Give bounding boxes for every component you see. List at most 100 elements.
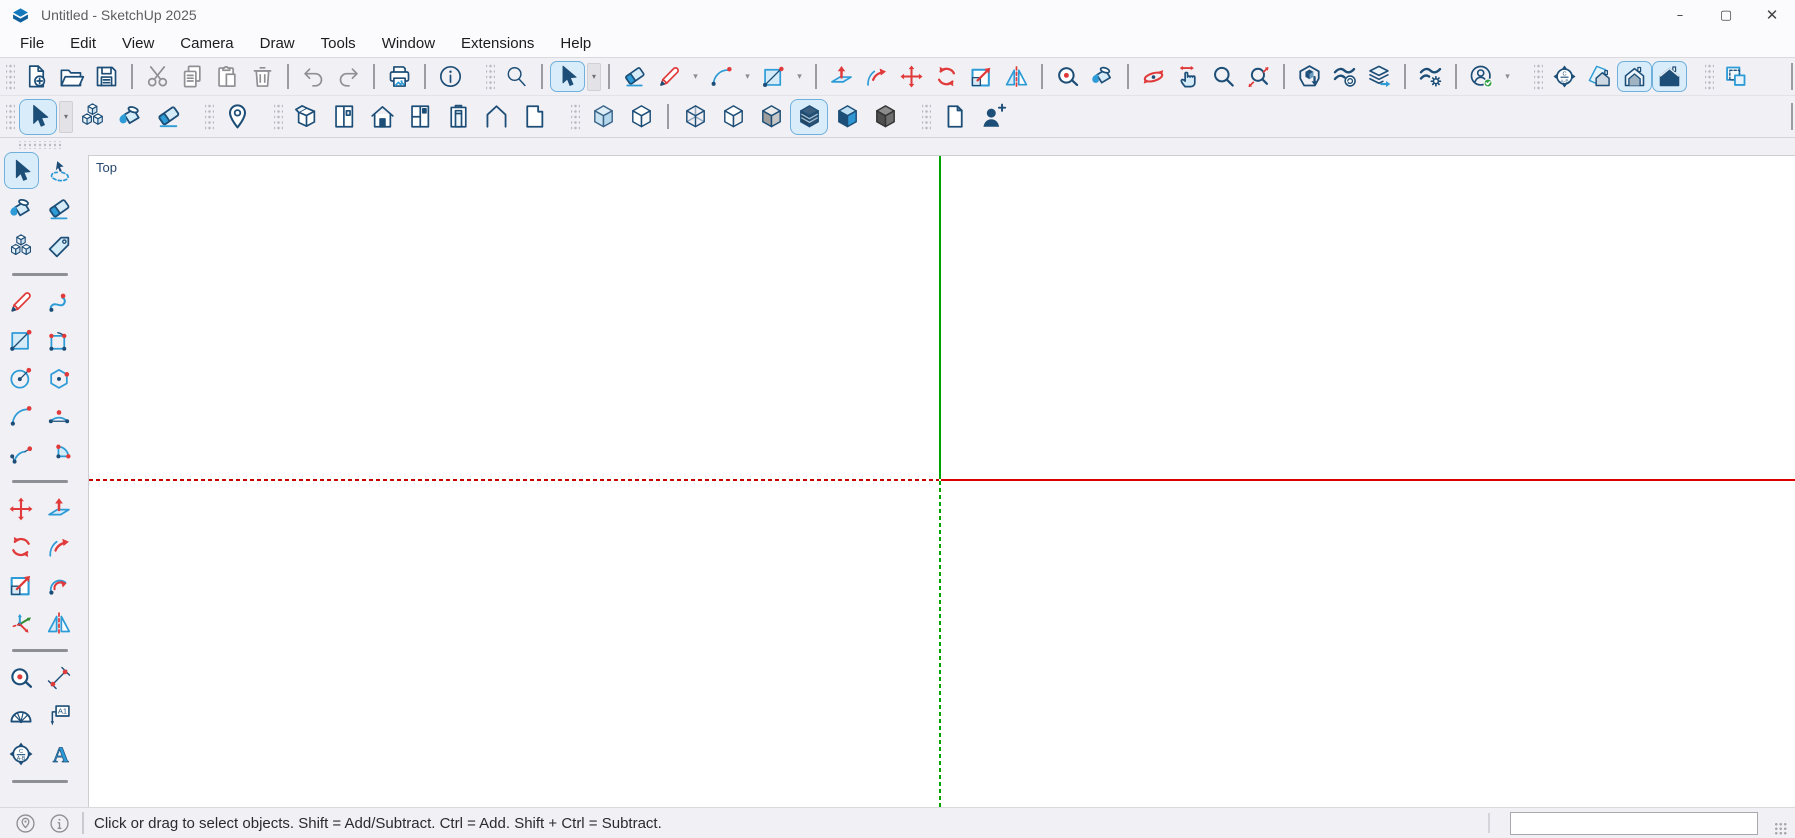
arch-door-button[interactable] <box>325 99 363 135</box>
move-button[interactable] <box>4 490 39 527</box>
toolbar-drag-handle[interactable] <box>922 104 931 130</box>
arc-tangent-button[interactable] <box>4 435 39 472</box>
section-plane-button[interactable]: CA-B <box>1547 61 1582 92</box>
toolbar-drag-handle[interactable] <box>486 64 495 90</box>
protractor-button[interactable] <box>4 697 39 734</box>
axes-button[interactable] <box>4 604 39 641</box>
resize-grip[interactable] <box>1774 822 1787 835</box>
move-button[interactable] <box>894 61 929 92</box>
select-button[interactable] <box>550 61 585 92</box>
3d-warehouse-button[interactable] <box>1292 61 1327 92</box>
style-monochrome-button[interactable] <box>866 99 904 135</box>
line-button[interactable] <box>4 283 39 320</box>
zoom-extents-button[interactable] <box>1241 61 1276 92</box>
style-wireframe-button[interactable] <box>676 99 714 135</box>
toolbar-drag-handle[interactable] <box>1534 64 1543 90</box>
follow-me-button[interactable] <box>42 528 77 565</box>
offset-button[interactable] <box>42 566 77 603</box>
account-dropdown-arrow-icon[interactable]: ▾ <box>1500 63 1515 91</box>
style-textured-button[interactable] <box>790 99 828 135</box>
arch-cabinet-button[interactable] <box>439 99 477 135</box>
pan-button[interactable] <box>1171 61 1206 92</box>
eraser-button[interactable] <box>149 99 187 135</box>
cut-button[interactable] <box>140 61 175 92</box>
eraser-button[interactable] <box>617 61 652 92</box>
toolbar-drag-handle[interactable] <box>274 104 283 130</box>
rotate-button[interactable] <box>929 61 964 92</box>
toolbar-drag-handle[interactable] <box>571 104 580 130</box>
account-button[interactable] <box>1464 61 1499 92</box>
components-button[interactable] <box>73 99 111 135</box>
model-info-button[interactable] <box>433 61 468 92</box>
maximize-button[interactable]: ▢ <box>1703 0 1749 30</box>
measurements-input[interactable] <box>1510 812 1758 835</box>
style-hidden-line-button[interactable] <box>714 99 752 135</box>
copy-button[interactable] <box>175 61 210 92</box>
extension-warehouse-button[interactable] <box>1327 61 1362 92</box>
tag-button[interactable] <box>42 228 77 265</box>
scale-button[interactable] <box>964 61 999 92</box>
send-to-layout-button[interactable] <box>1362 61 1397 92</box>
delete-button[interactable] <box>245 61 280 92</box>
dimension-button[interactable] <box>42 659 77 696</box>
components-button[interactable] <box>4 228 39 265</box>
orbit-button[interactable] <box>1136 61 1171 92</box>
menu-file[interactable]: File <box>7 35 57 52</box>
arc-button[interactable] <box>4 397 39 434</box>
palette-drag-handle[interactable] <box>17 141 63 149</box>
help-info-icon[interactable] <box>46 810 72 836</box>
extension-manager-button[interactable] <box>1413 61 1448 92</box>
rotated-rectangle-button[interactable] <box>42 321 77 358</box>
section-plane-button[interactable]: CA-B <box>4 735 39 772</box>
new-scene-button[interactable] <box>935 99 973 135</box>
rectangle-dropdown-arrow-icon[interactable]: ▾ <box>792 63 807 91</box>
arch-window-button[interactable] <box>401 99 439 135</box>
follow-me-button[interactable] <box>859 61 894 92</box>
arc-button[interactable] <box>704 61 739 92</box>
display-section-fill-button[interactable] <box>1652 61 1687 92</box>
tape-measure-button[interactable] <box>4 659 39 696</box>
toolbar-drag-handle[interactable] <box>6 64 15 90</box>
arc-dropdown-arrow-icon[interactable]: ▾ <box>740 63 755 91</box>
arch-opening-button[interactable] <box>287 99 325 135</box>
style-xray-button[interactable] <box>584 99 622 135</box>
circle-button[interactable] <box>4 359 39 396</box>
undo-button[interactable] <box>296 61 331 92</box>
flip-button[interactable] <box>999 61 1034 92</box>
menu-tools[interactable]: Tools <box>308 35 369 52</box>
select-button[interactable] <box>4 152 39 189</box>
style-shaded-blue-button[interactable] <box>828 99 866 135</box>
lasso-button[interactable] <box>42 152 77 189</box>
rotate-button[interactable] <box>4 528 39 565</box>
minimize-button[interactable]: – <box>1657 0 1703 30</box>
3d-text-button[interactable]: A <box>42 735 77 772</box>
freehand-button[interactable] <box>42 283 77 320</box>
redo-button[interactable] <box>331 61 366 92</box>
print-button[interactable] <box>382 61 417 92</box>
flip-button[interactable] <box>42 604 77 641</box>
paint-bucket-button[interactable] <box>111 99 149 135</box>
style-shaded-button[interactable] <box>752 99 790 135</box>
select-button[interactable] <box>19 99 57 135</box>
menu-draw[interactable]: Draw <box>247 35 308 52</box>
push-pull-button[interactable] <box>824 61 859 92</box>
select-dropdown-arrow-icon[interactable]: ▾ <box>59 101 73 133</box>
geolocation-icon[interactable] <box>12 810 38 836</box>
style-back-edges-button[interactable] <box>622 99 660 135</box>
toolbar-drag-handle[interactable] <box>6 104 15 130</box>
tape-measure-button[interactable] <box>1050 61 1085 92</box>
rectangle-button[interactable] <box>4 321 39 358</box>
display-section-cuts-button[interactable] <box>1617 61 1652 92</box>
selection-toggle-button[interactable] <box>1718 61 1753 92</box>
save-button[interactable] <box>89 61 124 92</box>
eraser-button[interactable] <box>42 190 77 227</box>
line-dropdown-arrow-icon[interactable]: ▾ <box>688 63 703 91</box>
display-section-planes-button[interactable] <box>1582 61 1617 92</box>
polygon-button[interactable] <box>42 359 77 396</box>
line-button[interactable] <box>652 61 687 92</box>
arch-frame-button[interactable] <box>515 99 553 135</box>
drawing-viewport[interactable]: Top <box>88 155 1795 807</box>
menu-camera[interactable]: Camera <box>167 35 246 52</box>
arc-3pt-button[interactable] <box>42 397 77 434</box>
arch-home-button[interactable] <box>363 99 401 135</box>
